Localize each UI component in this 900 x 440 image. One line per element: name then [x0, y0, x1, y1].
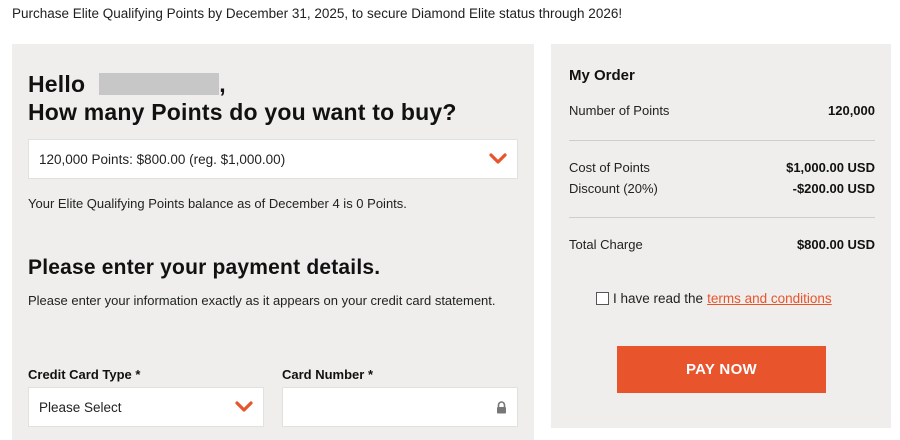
chevron-down-icon [235, 401, 253, 412]
points-count-label: Number of Points [569, 103, 670, 118]
lock-icon [497, 400, 506, 413]
order-row-points: Number of Points 120,000 [569, 103, 875, 118]
greeting-hello: Hello [28, 71, 86, 97]
points-select-value: 120,000 Points: $800.00 (reg. $1,000.00) [39, 151, 286, 167]
terms-text: I have read the [613, 291, 704, 306]
total-label: Total Charge [569, 237, 643, 252]
card-type-select-value: Please Select [39, 399, 122, 415]
terms-checkbox[interactable] [596, 292, 609, 305]
discount-value: -$200.00 USD [792, 181, 875, 196]
points-quantity-select[interactable]: 120,000 Points: $800.00 (reg. $1,000.00) [28, 139, 518, 179]
order-row-cost: Cost of Points $1,000.00 USD [569, 160, 875, 175]
card-number-label: Card Number * [282, 367, 374, 382]
payment-instructions: Please enter your information exactly as… [28, 293, 496, 308]
cost-value: $1,000.00 USD [786, 160, 875, 175]
order-row-total: Total Charge $800.00 USD [569, 237, 875, 252]
discount-label: Discount (20%) [569, 181, 658, 196]
points-count-value: 120,000 [828, 103, 875, 118]
points-purchase-panel: Hello, How many Points do you want to bu… [12, 44, 534, 440]
total-value: $800.00 USD [796, 237, 875, 252]
points-balance-text: Your Elite Qualifying Points balance as … [28, 196, 407, 211]
cost-label: Cost of Points [569, 160, 650, 175]
order-row-discount: Discount (20%) -$200.00 USD [569, 181, 875, 196]
card-number-input[interactable] [282, 387, 518, 427]
terms-agreement: I have read the terms and conditions [596, 291, 832, 306]
promo-banner: Purchase Elite Qualifying Points by Dece… [12, 6, 623, 21]
greeting-comma: , [219, 71, 226, 97]
order-divider [569, 217, 875, 218]
card-type-select[interactable]: Please Select [28, 387, 264, 427]
card-type-label: Credit Card Type * [28, 367, 141, 382]
redacted-user-name [99, 73, 220, 95]
payment-details-heading: Please enter your payment details. [28, 256, 381, 279]
order-divider [569, 140, 875, 141]
pay-now-button[interactable]: PAY NOW [617, 346, 826, 393]
greeting-heading: Hello, How many Points do you want to bu… [28, 70, 457, 126]
terms-link[interactable]: terms and conditions [707, 291, 832, 306]
order-summary-panel: My Order Number of Points 120,000 Cost o… [551, 44, 891, 428]
chevron-down-icon [489, 153, 507, 164]
greeting-question: How many Points do you want to buy? [28, 99, 457, 125]
order-summary-title: My Order [569, 67, 635, 84]
